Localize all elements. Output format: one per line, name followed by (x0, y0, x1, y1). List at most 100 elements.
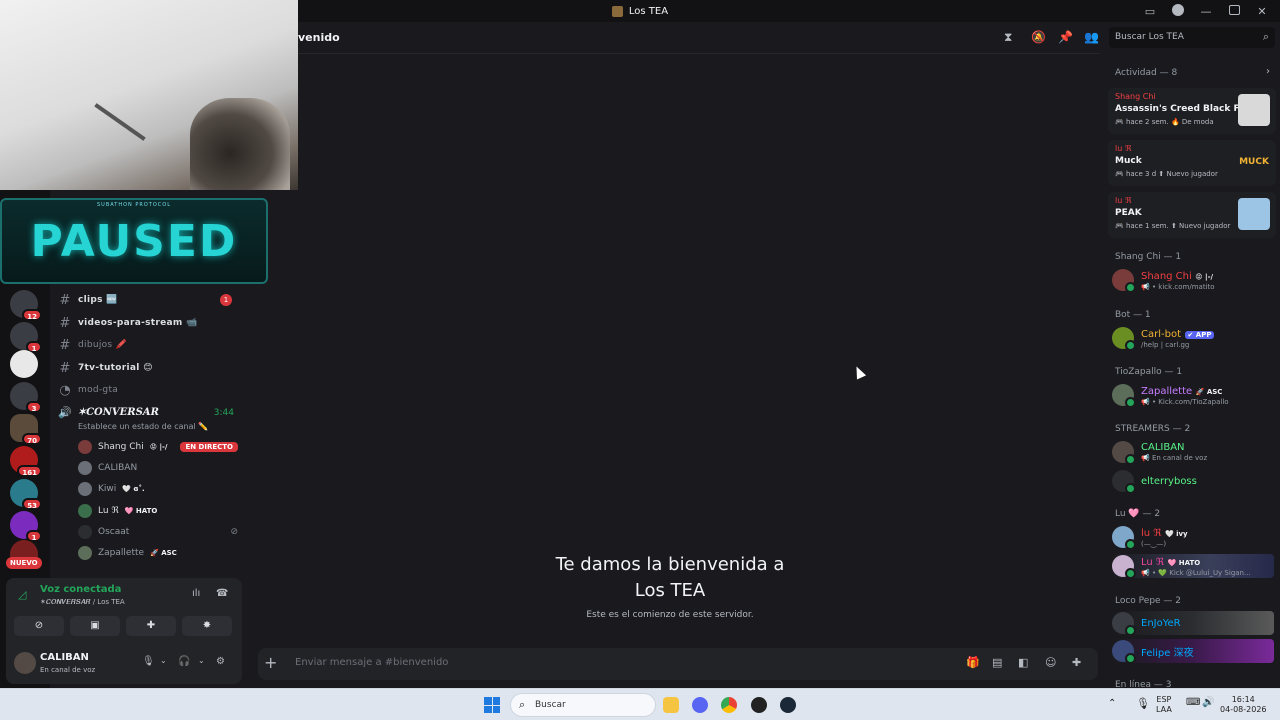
network-icon[interactable]: ⌨ (1186, 697, 1200, 708)
voice-connected-label[interactable]: Voz conectada (40, 584, 121, 595)
voice-location[interactable]: ✶𝑪𝑶𝑵𝑽𝑬𝑹𝑺𝑨𝑹 / Los TEA (40, 598, 125, 607)
member-item[interactable]: lu ℜ 🤍 ivy (—‿—) (1112, 525, 1274, 550)
voice-user[interactable]: Zapallette 🚀 ASC (78, 542, 238, 563)
avatar (1112, 441, 1136, 465)
member-group-title: STREAMERS — 2 (1115, 424, 1191, 434)
plus-icon[interactable]: + (264, 653, 277, 672)
search-input[interactable]: Buscar Los TEA (1115, 32, 1184, 42)
inbox-icon[interactable]: ▭ (1138, 5, 1162, 18)
threads-icon[interactable]: ⧗ (1004, 30, 1012, 45)
chrome-icon[interactable] (721, 697, 737, 713)
avatar[interactable] (14, 652, 36, 674)
volume-icon[interactable]: 🔊 (1202, 697, 1214, 708)
paused-text: PAUSED (30, 215, 238, 267)
sticker-icon[interactable]: ◧ (1018, 656, 1028, 669)
taskbar-search[interactable]: ⌕ Buscar (510, 693, 656, 717)
file-explorer-icon[interactable] (663, 697, 679, 713)
steam-icon[interactable] (780, 697, 796, 713)
activity-card[interactable]: lu ℜ PEAK 🎮 hace 1 sem. ⬆ Nuevo jugador (1108, 192, 1276, 238)
voice-channel-conversar[interactable]: 🔊 ✶𝑪𝑶𝑵𝑽𝑬𝑹𝑺𝑨𝑹 3:44 (58, 406, 238, 419)
server-icon-7[interactable]: 53 (10, 479, 42, 510)
server-icon-6[interactable]: 161 (10, 446, 42, 477)
screen-share-button[interactable]: ▣ (70, 616, 120, 636)
member-item[interactable]: CALIBAN 📢 En canal de voz (1112, 440, 1274, 465)
voice-user[interactable]: Lu ℜ 🩷 HATO (78, 500, 238, 521)
pin-icon[interactable]: 📌 (1058, 30, 1073, 44)
speaker-icon: 🔊 (58, 406, 72, 419)
maximize-button[interactable] (1222, 4, 1246, 18)
gift-icon[interactable]: 🎁 (966, 656, 980, 669)
channel-videos-para-stream[interactable]: # videos-para-stream 📹 (58, 313, 238, 333)
member-item[interactable]: Lu ℜ 🩷 HATO 📢 • 💚 Kick @Lului_Uy Sigan... (1112, 554, 1274, 579)
member-item[interactable]: EnJoYeR (1112, 611, 1274, 636)
disconnect-icon[interactable]: ☎ (216, 588, 228, 599)
avatar (1112, 555, 1136, 579)
server-icon-2[interactable]: 1 (10, 322, 42, 353)
microphone-icon[interactable]: 🎙 (142, 656, 155, 667)
taskbar-search-input[interactable]: Buscar (535, 700, 566, 710)
signal-icon[interactable]: ◿ (18, 588, 32, 602)
activities-button[interactable]: ✚ (126, 616, 176, 636)
help-icon[interactable] (1166, 3, 1190, 19)
emoji-icon[interactable]: ☺ (1045, 656, 1056, 669)
current-user-name[interactable]: CALIBAN (40, 652, 89, 663)
chevron-down-icon[interactable]: ⌄ (160, 656, 167, 665)
voice-user[interactable]: CALIBAN (78, 457, 238, 478)
channel-7tv-tutorial[interactable]: #7tv-tutorial 😊 (58, 358, 238, 378)
window-title: Los TEA (611, 5, 668, 17)
windows-start-icon[interactable] (484, 697, 500, 713)
voice-channel-status[interactable]: Establece un estado de canal ✏️ (78, 422, 208, 431)
server-icon-los-tea[interactable]: 70 (10, 414, 42, 445)
soundboard-button[interactable]: ✸ (182, 616, 232, 636)
new-badge: NUEVO (6, 557, 42, 569)
chevron-up-icon[interactable]: ⌃ (1108, 698, 1116, 709)
avatar (1112, 384, 1136, 408)
voice-user[interactable]: Kiwi 🤍 ɞ˚. (78, 478, 238, 499)
member-group-title: Shang Chi — 1 (1115, 252, 1182, 262)
clock[interactable]: 16:14 04-08-2026 (1220, 695, 1267, 715)
activity-card[interactable]: Shang Chi Assassin's Creed Black Fla... … (1108, 88, 1276, 134)
channel-mod-gta[interactable]: ◔ mod-gta (58, 380, 238, 400)
member-item[interactable]: Zapallette 🚀 ASC 📢 • Kick.com/TioZapallo (1112, 383, 1274, 408)
message-composer[interactable]: + Enviar mensaje a #bienvenido 🎁 ▤ ◧ ☺ ✚ (258, 648, 1098, 680)
microphone-icon[interactable]: 🎙 (1136, 697, 1150, 710)
soundboard-icon[interactable]: ılı (192, 588, 200, 599)
headphones-icon[interactable]: 🎧 (178, 656, 190, 667)
activity-card[interactable]: lu ℜ Muck 🎮 hace 3 d ⬆ Nuevo jugador MUC… (1108, 140, 1276, 186)
obs-icon[interactable] (751, 697, 767, 713)
camera-button[interactable]: ⊘ (14, 616, 64, 636)
gif-icon[interactable]: ▤ (992, 656, 1002, 669)
notifications-muted-icon[interactable]: 🔕 (1031, 30, 1046, 44)
discord-icon[interactable] (692, 697, 708, 713)
language-indicator[interactable]: ESP LAA (1156, 695, 1172, 715)
member-item[interactable]: Shang Chi 😡 |-/📢 • kick.com/matito (1112, 268, 1274, 293)
chevron-right-icon[interactable]: › (1266, 66, 1270, 77)
member-item[interactable]: Felipe 深夜 (1112, 639, 1274, 664)
server-icon-8[interactable]: 1 (10, 511, 42, 542)
welcome-message: Te damos la bienvenida a Los TEA Este es… (555, 554, 785, 620)
server-icon-3[interactable] (10, 350, 38, 378)
server-icon (611, 5, 623, 17)
voice-user[interactable]: Oscaat ⊘ (78, 521, 238, 542)
hash-icon: # (59, 360, 71, 376)
member-list-icon[interactable]: 👥 (1084, 30, 1099, 44)
message-input[interactable]: Enviar mensaje a #bienvenido (295, 657, 448, 668)
server-search[interactable]: Buscar Los TEA ⌕ (1109, 27, 1275, 48)
avatar (78, 524, 92, 539)
avatar (1112, 327, 1136, 351)
member-item[interactable]: elterryboss (1112, 469, 1274, 494)
game-thumbnail (1238, 94, 1270, 126)
server-icon-1[interactable]: 12 (10, 290, 42, 321)
chevron-down-icon[interactable]: ⌄ (198, 656, 205, 665)
channel-clips[interactable]: # clips 🆕 1 (58, 290, 238, 310)
close-button[interactable]: ✕ (1250, 5, 1274, 18)
chat-bubble-icon: ◔ (59, 382, 71, 398)
gear-icon[interactable]: ⚙ (216, 656, 225, 667)
member-item[interactable]: Carl-bot ✔ APP/help | carl.gg (1112, 326, 1274, 351)
server-icon-4[interactable]: 3 (10, 382, 42, 413)
apps-icon[interactable]: ✚ (1072, 656, 1081, 669)
minimize-button[interactable]: — (1194, 5, 1218, 18)
avatar (78, 460, 92, 475)
voice-user[interactable]: Shang Chi 😡 |-/EN DIRECTO (78, 436, 238, 457)
channel-dibujos[interactable]: # dibujos 🖍️ (58, 335, 238, 355)
